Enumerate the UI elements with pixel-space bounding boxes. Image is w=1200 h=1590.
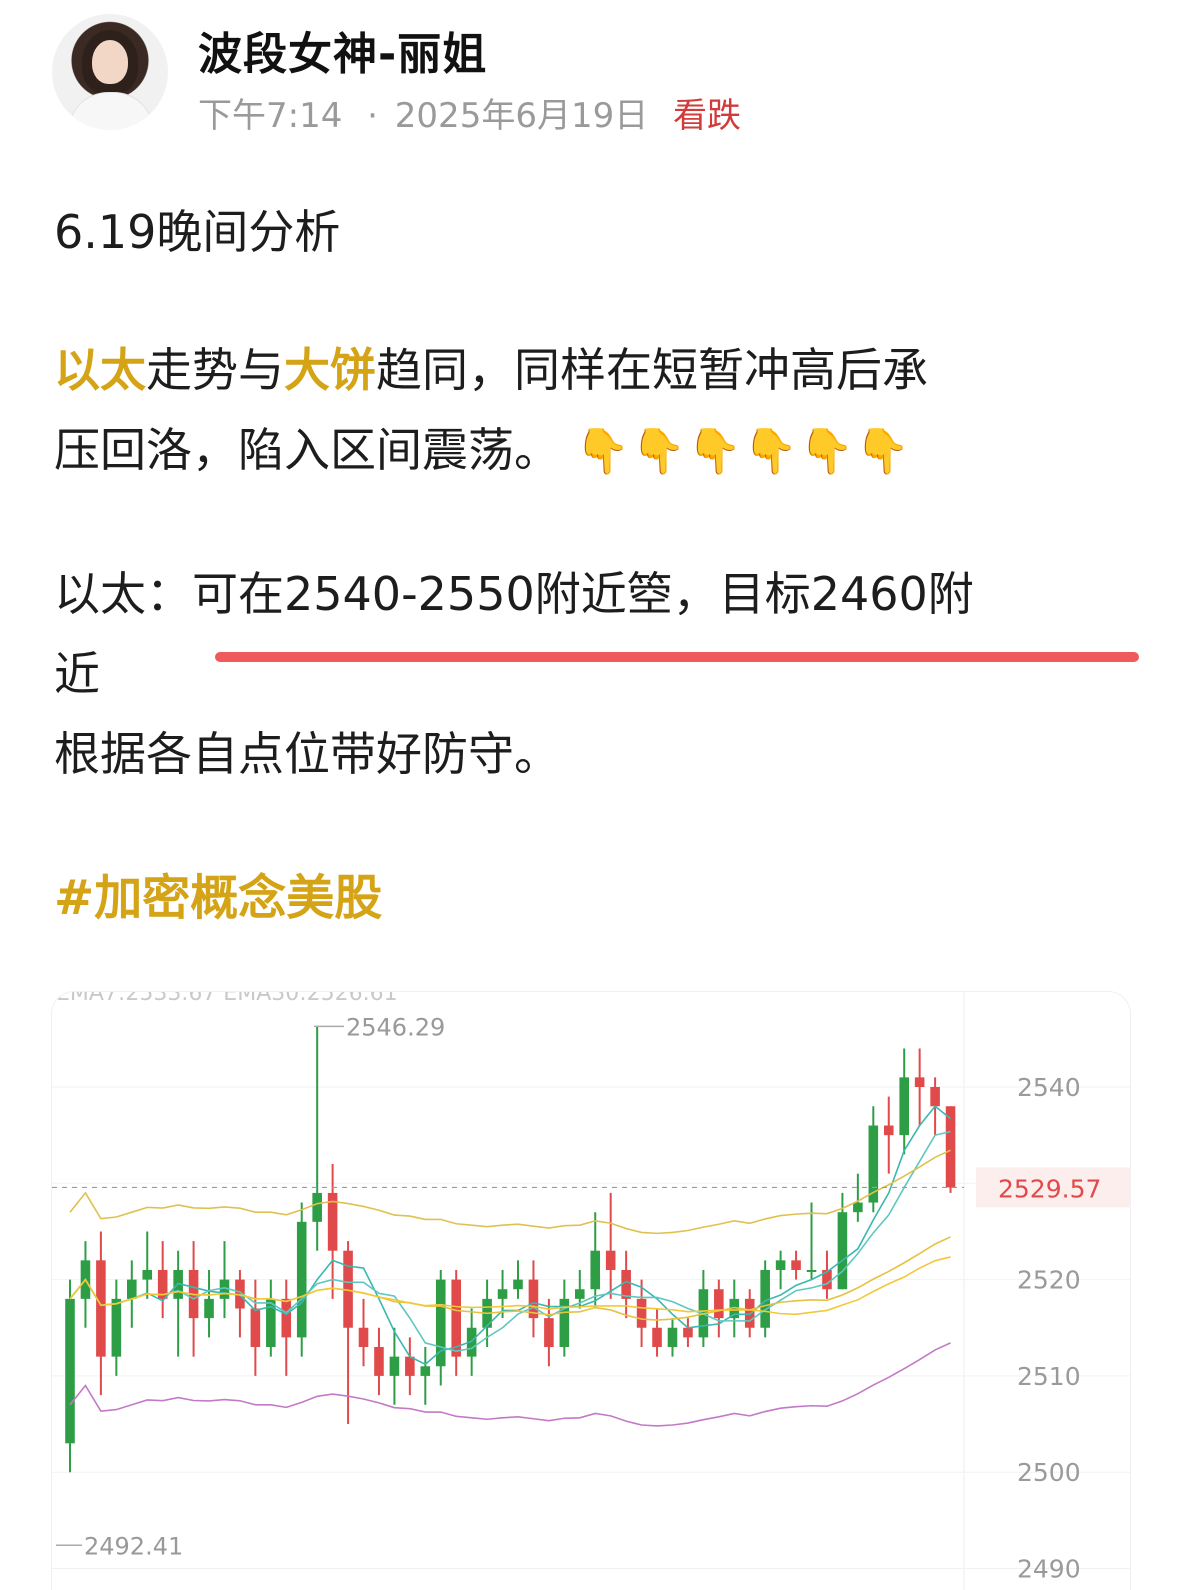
paragraph-1-line-1: 以太走势与大饼趋同，同样在短暂冲高后承 [54, 330, 928, 410]
text-segment: 压回洛，陷入区间震荡。 [54, 423, 560, 477]
pointing-down-emoji: 👇 [855, 426, 911, 477]
text-segment: 趋同，同样在短暂冲高后承 [376, 343, 928, 397]
post-paragraph-3: 根据各自点位带好防守。 [54, 727, 560, 781]
candle-body [374, 1347, 384, 1376]
post-date: 2025年6月19日 [394, 96, 649, 136]
candle-body [883, 1125, 894, 1136]
paragraph-1-line-2: 压回洛，陷入区间震荡。 👇👇👇👇👇👇 [54, 410, 928, 492]
bollinger-upper [69, 1149, 951, 1235]
candle-body [497, 1289, 508, 1299]
current-price-tag: 2529.57 [998, 1174, 1101, 1203]
candle-body [667, 1327, 678, 1348]
post-paragraph-2: 以太：可在2540-2550附近箜，目标2460附 近 [54, 554, 974, 714]
candle-body [312, 1192, 322, 1222]
red-underline [215, 652, 1139, 662]
pointing-down-emoji: 👇 [743, 426, 799, 477]
pointing-down-emoji: 👇 [799, 426, 855, 477]
candle-body [714, 1289, 724, 1319]
candle-body [389, 1356, 400, 1376]
text-segment: 走势与 [146, 343, 284, 397]
hashtag-link[interactable]: #加密概念美股 [54, 858, 382, 928]
candle-body [775, 1260, 786, 1270]
candle-body [837, 1212, 848, 1290]
y-tick-label: 2540 [1017, 1073, 1081, 1102]
candle-body [142, 1269, 153, 1280]
candle-body [914, 1077, 925, 1087]
candle-body [405, 1356, 415, 1376]
author-name[interactable]: 波段女神-丽姐 [198, 18, 487, 82]
candle-body [683, 1327, 693, 1338]
ma-line-20 [69, 1236, 951, 1321]
high-price-marker: 2546.29 [346, 1013, 445, 1041]
candle-body [296, 1221, 307, 1338]
candle-body [204, 1298, 214, 1319]
pointing-down-emoji: 👇 [687, 426, 743, 477]
low-price-marker: 2492.41 [84, 1532, 183, 1560]
candle-body [127, 1279, 137, 1299]
ma-line-7 [69, 1130, 951, 1352]
candle-body [575, 1289, 585, 1299]
y-tick-label: 2500 [1017, 1458, 1081, 1487]
keyword-eth: 以太 [54, 343, 146, 397]
candle-body [605, 1250, 616, 1270]
author-avatar[interactable] [52, 14, 168, 130]
paragraph-2-line-1: 以太：可在2540-2550附近箜，目标2460附 [54, 567, 974, 621]
post-title: 6.19晚间分析 [54, 205, 341, 259]
candle-body [930, 1087, 940, 1107]
post-header: 波段女神-丽姐 下午7:14 · 2025年6月19日 看跌 [52, 12, 1152, 136]
paragraph-2-line-2: 近 [54, 647, 100, 701]
candle-body [65, 1298, 75, 1444]
candle-body [853, 1202, 863, 1213]
candle-body [791, 1260, 801, 1270]
candle-body [806, 1269, 817, 1272]
keyword-btc: 大饼 [284, 343, 376, 397]
post-meta: 下午7:14 · 2025年6月19日 看跌 [198, 88, 741, 137]
candle-body [111, 1298, 122, 1357]
post-paragraph-1: 以太走势与大饼趋同，同样在短暂冲高后承 压回洛，陷入区间震荡。 👇👇👇👇👇👇 [54, 330, 928, 492]
post-time: 下午7:14 [198, 96, 343, 136]
y-tick-label: 2520 [1017, 1266, 1081, 1295]
meta-separator: · [367, 96, 378, 136]
candle-body [420, 1366, 431, 1376]
candle-body [513, 1279, 523, 1290]
candle-body [652, 1327, 662, 1348]
candle-body [899, 1077, 909, 1136]
price-chart-image[interactable]: EMA7:2533.67 EMA30:2526.61 2540 2520 2510 25… [52, 992, 1130, 1590]
candle-body [358, 1327, 369, 1348]
pointing-down-emoji: 👇 [575, 426, 631, 477]
candle-body [590, 1250, 601, 1290]
candle-body [636, 1298, 647, 1328]
y-tick-label: 2510 [1017, 1362, 1081, 1391]
pointing-down-emoji: 👇 [631, 426, 687, 477]
chart-header-text: EMA7:2533.67 EMA30:2526.61 [56, 992, 398, 1006]
candle-body [96, 1260, 106, 1357]
candlestick-chart: EMA7:2533.67 EMA30:2526.61 2540 2520 2510 25… [52, 992, 1130, 1590]
sentiment-tag[interactable]: 看跌 [673, 96, 741, 136]
candle-body [281, 1298, 292, 1338]
candle-body [544, 1318, 554, 1348]
ma-line-short [69, 1105, 952, 1366]
candle-body [250, 1308, 261, 1348]
y-tick-label: 2490 [1017, 1555, 1081, 1584]
bollinger-lower [69, 1342, 951, 1427]
